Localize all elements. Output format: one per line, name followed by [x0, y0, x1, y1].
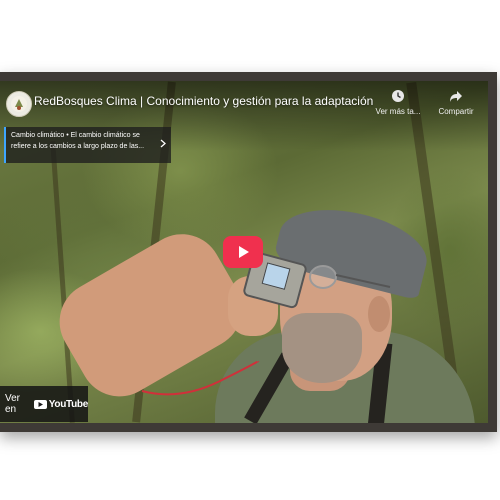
info-card[interactable]: Cambio climático • El cambio climático s… — [4, 127, 171, 163]
video-person-beard — [282, 313, 362, 383]
chevron-right-icon — [160, 139, 166, 148]
youtube-play-icon — [33, 399, 47, 409]
share-label: Compartir — [438, 107, 474, 116]
watch-on-youtube-button[interactable]: Ver en YouTube — [0, 386, 88, 422]
watch-later-label: Ver más ta... — [375, 107, 421, 116]
play-button[interactable] — [223, 236, 263, 268]
embedded-video-frame: RedBosques Clima | Conocimiento y gestió… — [0, 72, 497, 432]
video-player[interactable]: RedBosques Clima | Conocimiento y gestió… — [0, 81, 488, 423]
video-red-cord — [141, 361, 260, 396]
watch-on-label: Ver en — [5, 393, 21, 415]
clock-icon — [392, 90, 404, 102]
channel-logo-icon[interactable] — [6, 91, 32, 117]
info-card-text: Cambio climático • El cambio climático s… — [11, 132, 145, 150]
watch-later-button[interactable]: Ver más ta... — [372, 89, 424, 116]
youtube-wordmark: YouTube — [48, 398, 89, 410]
tree-trunk — [50, 141, 75, 423]
share-button[interactable]: Compartir — [430, 89, 482, 116]
share-arrow-icon — [450, 91, 462, 102]
youtube-logo: YouTube — [33, 398, 89, 410]
channel-logo-graphic — [11, 96, 27, 112]
video-person-ear — [368, 296, 390, 332]
video-title[interactable]: RedBosques Clima | Conocimiento y gestió… — [34, 94, 374, 108]
video-person-glasses — [309, 265, 391, 289]
play-icon — [239, 246, 249, 258]
